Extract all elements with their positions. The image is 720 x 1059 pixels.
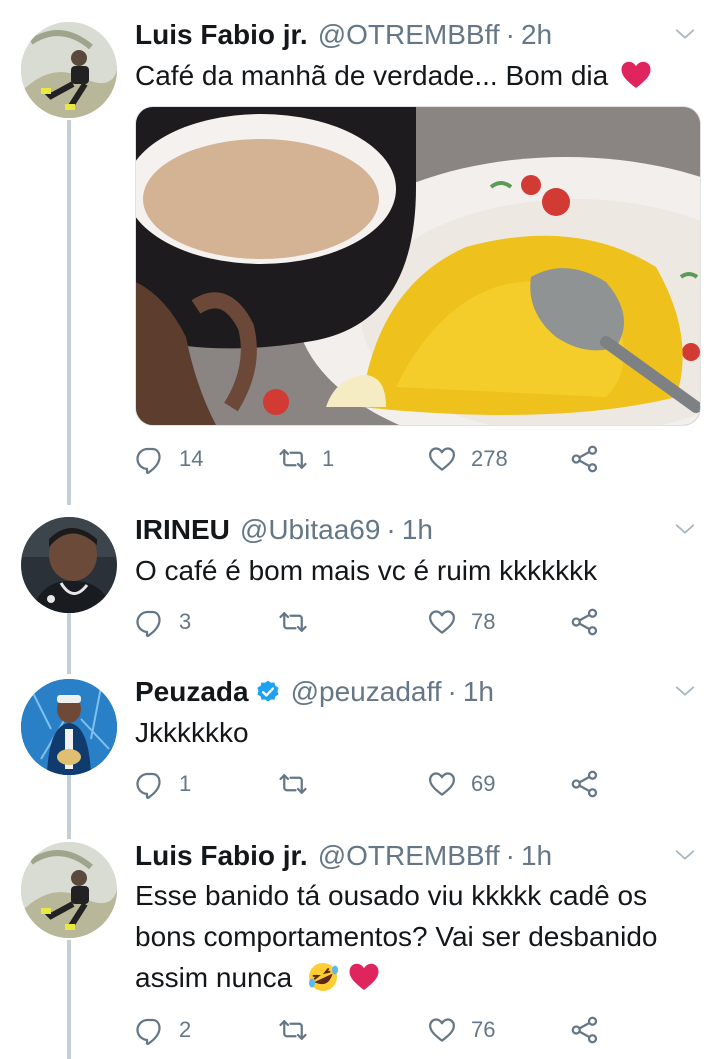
separator-dot: · [386,514,396,545]
retweet-button[interactable] [278,605,322,639]
retweet-button[interactable]: 1 [278,442,334,476]
user-handle[interactable]: @OTREMBBff [318,19,500,51]
tweet-text: Esse banido tá ousado viu kkkkk cadê os … [135,875,695,998]
tweet-text-line: Esse banido tá ousado viu kkkkk cadê os [135,880,648,911]
tweet-header: Peuzada @peuzadaff · 1h [135,674,494,710]
reply-button[interactable]: 2 [135,1013,191,1047]
share-button[interactable] [570,605,600,639]
like-button[interactable]: 69 [427,767,495,801]
like-button[interactable]: 78 [427,605,495,639]
caret-down-icon[interactable] [674,518,696,540]
like-icon [427,1015,457,1045]
share-icon [570,444,600,474]
share-icon [570,1015,600,1045]
like-button[interactable]: 278 [427,442,508,476]
tweet[interactable]: IRINEU @Ubitaa69 · 1h O café é bom mais … [0,512,720,642]
display-name[interactable]: Peuzada [135,676,249,708]
separator-dot: · [505,840,515,871]
share-icon [570,769,600,799]
retweet-icon [278,769,308,799]
reply-icon [135,1015,165,1045]
reply-button[interactable]: 14 [135,442,203,476]
caret-down-icon[interactable] [674,680,696,702]
reply-icon [135,607,165,637]
timestamp[interactable]: 1h [463,676,494,708]
tweet[interactable]: Luis Fabio jr. @OTREMBBff · 1h Esse bani… [0,838,720,1059]
display-name[interactable]: Luis Fabio jr. [135,19,308,51]
like-count: 76 [471,1017,496,1042]
like-icon [427,444,457,474]
tweet-text-content: assim nunca [135,962,293,993]
user-handle[interactable]: @peuzadaff [291,676,442,708]
reply-count: 2 [179,1017,192,1042]
display-name[interactable]: IRINEU [135,514,230,546]
tweet[interactable]: Luis Fabio jr. @OTREMBBff · 2h Café da m… [0,17,720,487]
tweet-text: Café da manhã de verdade... Bom dia [135,55,695,96]
caret-down-icon[interactable] [674,844,696,866]
separator-dot: · [447,676,457,707]
share-button[interactable] [570,767,600,801]
reply-button[interactable]: 1 [135,767,191,801]
display-name[interactable]: Luis Fabio jr. [135,840,308,872]
avatar[interactable] [21,842,117,938]
share-button[interactable] [570,1013,600,1047]
tweet-header: Luis Fabio jr. @OTREMBBff · 2h [135,17,552,53]
tweet-text-line: bons comportamentos? Vai ser desbanido [135,921,658,952]
tweet-actions: 1 69 [135,767,635,801]
tweet-text-line: assim nunca [135,957,695,998]
reply-count: 1 [179,771,192,796]
tweet-actions: 14 1 278 [135,442,635,476]
reply-count: 3 [179,609,192,634]
tweet-actions: 3 78 [135,605,635,639]
like-count: 78 [471,609,496,634]
red-heart-emoji [620,60,652,90]
like-icon [427,769,457,799]
tweet-header: IRINEU @Ubitaa69 · 1h [135,512,433,548]
retweet-button[interactable] [278,1013,322,1047]
retweet-button[interactable] [278,767,322,801]
retweet-icon [278,607,308,637]
tweet-text: Jkkkkkko [135,717,249,748]
retweet-icon [278,444,308,474]
share-button[interactable] [570,442,600,476]
red-heart-emoji [348,962,380,992]
reply-button[interactable]: 3 [135,605,191,639]
tweet-header: Luis Fabio jr. @OTREMBBff · 1h [135,838,552,874]
avatar[interactable] [21,679,117,775]
tweet-text: O café é bom mais vc é ruim kkkkkkk [135,555,598,586]
like-icon [427,607,457,637]
reply-icon [135,444,165,474]
like-count: 278 [471,446,508,471]
tweet-text-content: Café da manhã de verdade... Bom dia [135,60,609,91]
reply-count: 14 [179,446,204,471]
timestamp[interactable]: 1h [402,514,433,546]
share-icon [570,607,600,637]
tweet[interactable]: Peuzada @peuzadaff · 1h Jkkkkkko 1 69 [0,674,720,804]
tweet-actions: 2 76 [135,1013,635,1047]
like-count: 69 [471,771,496,796]
avatar[interactable] [21,22,117,118]
user-handle[interactable]: @Ubitaa69 [240,514,381,546]
retweet-count: 1 [322,446,335,471]
caret-down-icon[interactable] [674,23,696,45]
reply-icon [135,769,165,799]
retweet-icon [278,1015,308,1045]
like-button[interactable]: 76 [427,1013,495,1047]
tweet-photo[interactable] [135,106,701,426]
separator-dot: · [505,19,515,50]
user-handle[interactable]: @OTREMBBff [318,840,500,872]
timestamp[interactable]: 2h [521,19,552,51]
avatar[interactable] [21,517,117,613]
timestamp[interactable]: 1h [521,840,552,872]
rofl-emoji [308,963,338,991]
verified-badge-icon [256,680,279,702]
